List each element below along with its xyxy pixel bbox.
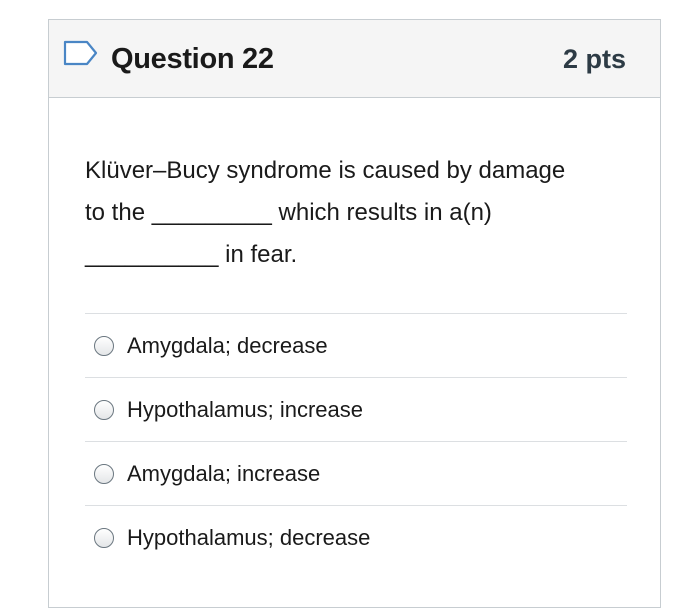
radio-button[interactable] [94, 335, 114, 356]
question-header: Question 22 2 pts [49, 20, 660, 98]
question-card: Question 22 2 pts Klüver–Bucy syndrome i… [48, 19, 661, 608]
answer-option[interactable]: Hypothalamus; increase [85, 378, 627, 442]
radio-button[interactable] [94, 463, 114, 484]
answer-option[interactable]: Hypothalamus; decrease [85, 506, 627, 570]
answer-option[interactable]: Amygdala; decrease [85, 314, 627, 378]
question-text-line: Klüver–Bucy syndrome is caused by damage [85, 157, 566, 184]
flag-outline-icon[interactable] [63, 40, 99, 66]
answer-label: Hypothalamus; decrease [127, 525, 371, 550]
radio-button[interactable] [94, 399, 114, 420]
question-text-line: __________ in fear. [85, 241, 298, 268]
question-text-line: to the _________ which results in a(n) [85, 199, 492, 226]
answer-label: Hypothalamus; increase [127, 396, 364, 422]
radio-button[interactable] [94, 528, 114, 548]
answer-list: Amygdala; decrease Hypothalamus; increas… [85, 313, 627, 570]
question-points: 2 pts [562, 44, 626, 74]
answer-option[interactable]: Amygdala; increase [85, 442, 627, 506]
answer-label: Amygdala; increase [127, 460, 321, 486]
question-text: Klüver–Bucy syndrome is caused by damage… [85, 150, 635, 276]
question-title: Question 22 [111, 43, 274, 75]
answer-label: Amygdala; decrease [127, 332, 328, 358]
